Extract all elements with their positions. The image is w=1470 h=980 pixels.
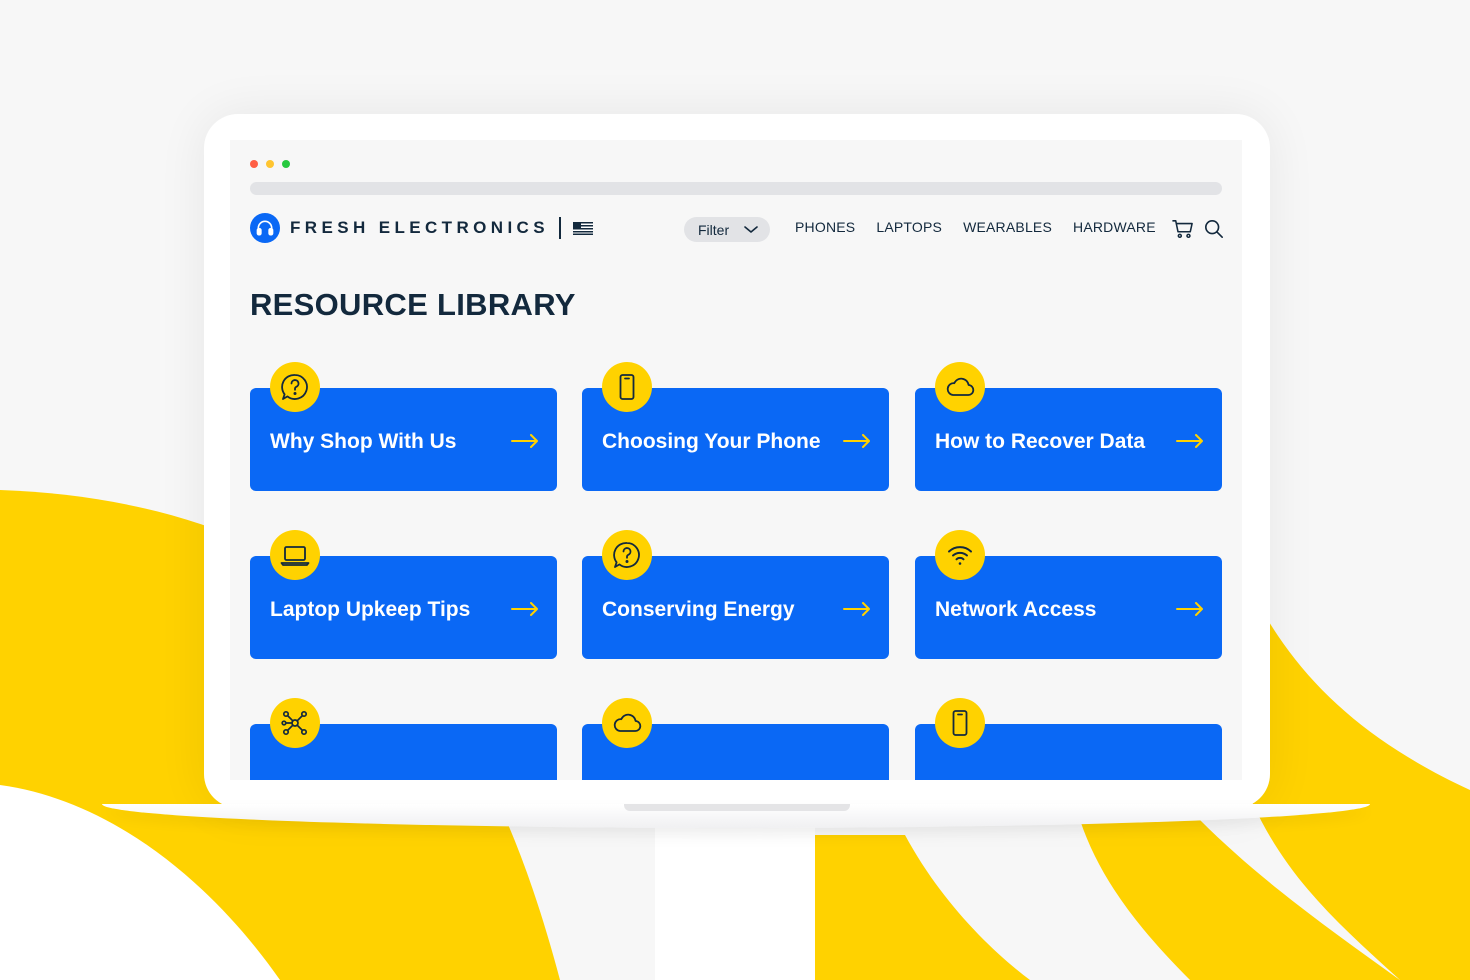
network-nodes-icon (270, 698, 320, 748)
card-title: Why Shop With Us (270, 430, 457, 453)
nav-wearables[interactable]: WEARABLES (963, 219, 1052, 235)
site-logo[interactable]: FRESH ELECTRONICS (250, 213, 593, 243)
headphones-icon (250, 213, 280, 243)
phone-icon (602, 362, 652, 412)
card-laptop-upkeep-tips[interactable]: Laptop Upkeep Tips (250, 530, 557, 659)
wifi-icon (935, 530, 985, 580)
nav-hardware[interactable]: HARDWARE (1073, 219, 1156, 235)
filter-label: Filter (698, 221, 730, 238)
phone-icon (935, 698, 985, 748)
arrow-right-icon (843, 602, 870, 616)
brand-divider (558, 217, 561, 239)
nav-phones[interactable]: PHONES (795, 219, 855, 235)
laptop-notch (624, 804, 850, 811)
arrow-right-icon (1176, 602, 1203, 616)
question-bubble-icon (270, 362, 320, 412)
arrow-right-icon (1176, 434, 1203, 448)
card-title: Network Access (935, 598, 1097, 621)
address-bar[interactable] (250, 182, 1222, 195)
card-why-shop-with-us[interactable]: Why Shop With Us (250, 362, 557, 491)
browser-window: FRESH ELECTRONICS Filter PHONES LAPTOPS … (230, 140, 1242, 780)
cloud-icon (602, 698, 652, 748)
arrow-right-icon (511, 602, 538, 616)
card-title: Conserving Energy (602, 598, 795, 621)
main-nav: PHONES LAPTOPS WEARABLES HARDWARE (795, 219, 1177, 235)
card-choosing-your-phone[interactable]: Choosing Your Phone (582, 362, 889, 491)
card-title: Laptop Upkeep Tips (270, 598, 471, 621)
card-how-to-recover-data[interactable]: How to Recover Data (915, 362, 1222, 491)
window-controls (250, 160, 290, 168)
laptop-icon (270, 530, 320, 580)
search-icon[interactable] (1204, 219, 1224, 239)
brand-name: FRESH ELECTRONICS (290, 218, 549, 237)
nav-laptops[interactable]: LAPTOPS (876, 219, 942, 235)
card-network-access[interactable]: Network Access (915, 530, 1222, 659)
arrow-right-icon (843, 434, 870, 448)
us-flag-icon[interactable] (572, 221, 593, 235)
page-title: RESOURCE LIBRARY (250, 287, 576, 322)
card-title: How to Recover Data (935, 430, 1146, 453)
close-dot[interactable] (250, 160, 258, 168)
chevron-down-icon (744, 225, 758, 233)
minimize-dot[interactable] (266, 160, 274, 168)
card-phone[interactable] (915, 698, 1222, 780)
cloud-icon (935, 362, 985, 412)
question-bubble-icon (602, 530, 652, 580)
card-title: Choosing Your Phone (602, 430, 821, 453)
filter-dropdown[interactable]: Filter (684, 217, 770, 242)
card-cloud[interactable] (582, 698, 889, 780)
arrow-right-icon (511, 434, 538, 448)
card-conserving-energy[interactable]: Conserving Energy (582, 530, 889, 659)
maximize-dot[interactable] (282, 160, 290, 168)
card-network-nodes[interactable] (250, 698, 557, 780)
cart-icon[interactable] (1172, 219, 1194, 239)
